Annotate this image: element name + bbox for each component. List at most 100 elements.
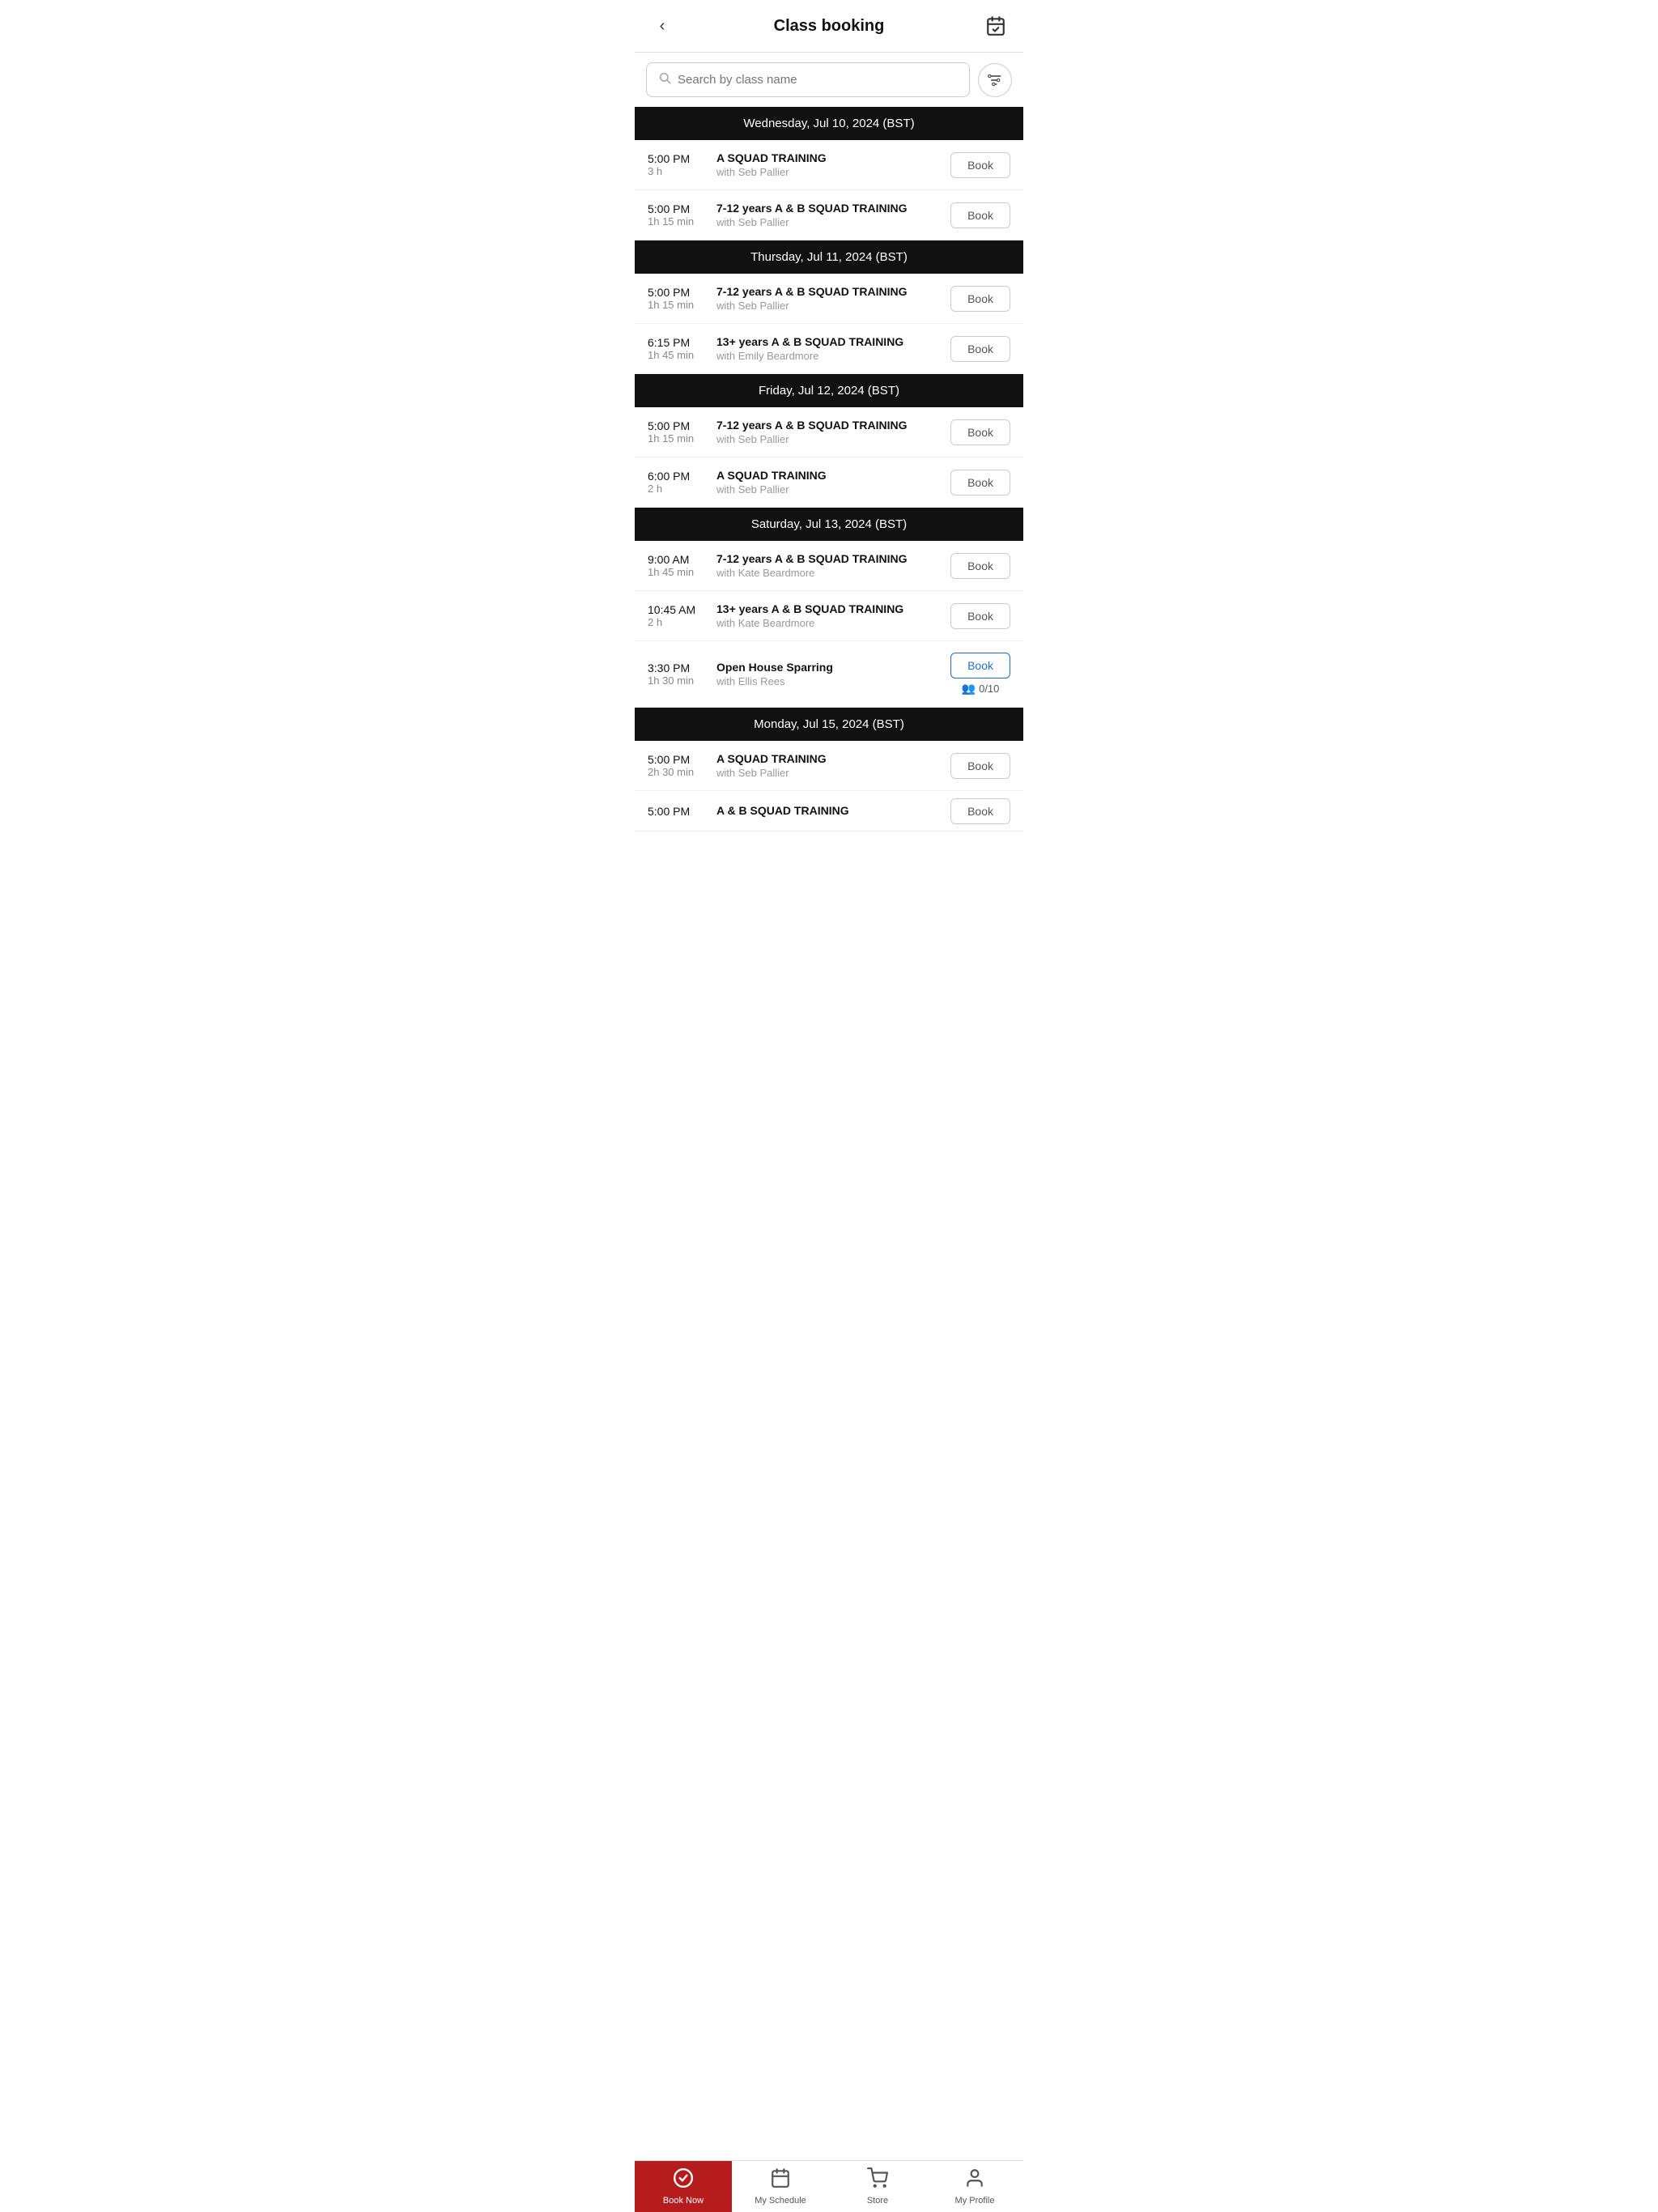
class-time-main: 6:15 PM xyxy=(648,336,716,349)
book-button[interactable]: Book xyxy=(950,653,1010,678)
capacity-row: 👥0/10 xyxy=(962,682,1000,696)
class-duration: 2 h xyxy=(648,483,716,495)
book-button[interactable]: Book xyxy=(950,336,1010,362)
capacity-count: 0/10 xyxy=(979,683,999,695)
capacity-icon: 👥 xyxy=(962,682,976,696)
class-instructor: with Seb Pallier xyxy=(716,767,950,779)
class-time-main: 3:30 PM xyxy=(648,661,716,674)
nav-icon-1 xyxy=(770,2167,791,2193)
book-button[interactable]: Book xyxy=(950,470,1010,496)
class-action: Book xyxy=(950,419,1010,445)
class-duration: 1h 45 min xyxy=(648,566,716,578)
class-time-main: 10:45 AM xyxy=(648,603,716,616)
class-action: Book xyxy=(950,152,1010,178)
class-action: Book xyxy=(950,753,1010,779)
book-button[interactable]: Book xyxy=(950,553,1010,579)
nav-icon-3 xyxy=(964,2167,985,2193)
search-icon xyxy=(658,71,671,88)
class-duration: 1h 30 min xyxy=(648,674,716,687)
class-time-main: 5:00 PM xyxy=(648,753,716,766)
class-time: 5:00 PM1h 15 min xyxy=(648,286,716,311)
filter-button[interactable] xyxy=(978,63,1012,97)
class-action: Book xyxy=(950,202,1010,228)
class-item: 5:00 PM1h 15 min7-12 years A & B SQUAD T… xyxy=(635,190,1023,240)
search-container xyxy=(635,53,1023,107)
class-instructor: with Seb Pallier xyxy=(716,300,950,312)
date-header-3: Saturday, Jul 13, 2024 (BST) xyxy=(635,508,1023,541)
class-time: 9:00 AM1h 45 min xyxy=(648,553,716,578)
class-item: 5:00 PM1h 15 min7-12 years A & B SQUAD T… xyxy=(635,274,1023,324)
search-input[interactable] xyxy=(678,73,958,87)
nav-item-my-schedule[interactable]: My Schedule xyxy=(732,2161,829,2212)
class-time-main: 5:00 PM xyxy=(648,152,716,165)
class-info: 7-12 years A & B SQUAD TRAINING with Seb … xyxy=(716,285,950,312)
class-action: Book xyxy=(950,286,1010,312)
class-name: A SQUAD TRAINING xyxy=(716,151,950,164)
nav-label-0: Book Now xyxy=(663,2196,704,2206)
class-info: 7-12 years A & B SQUAD TRAININGwith Seb … xyxy=(716,419,950,445)
class-duration: 1h 15 min xyxy=(648,299,716,311)
class-action: Book xyxy=(950,470,1010,496)
class-duration: 2h 30 min xyxy=(648,766,716,778)
nav-label-3: My Profile xyxy=(955,2196,995,2206)
class-time-main: 5:00 PM xyxy=(648,419,716,432)
date-header-0: Wednesday, Jul 10, 2024 (BST) xyxy=(635,107,1023,140)
book-button[interactable]: Book xyxy=(950,152,1010,178)
back-button[interactable]: ‹ xyxy=(648,11,677,40)
nav-icon-0 xyxy=(673,2167,694,2193)
class-duration: 1h 15 min xyxy=(648,432,716,445)
book-button[interactable]: Book xyxy=(950,798,1010,824)
class-info: A SQUAD TRAININGwith Seb Pallier xyxy=(716,469,950,496)
class-info: A SQUAD TRAININGwith Seb Pallier xyxy=(716,752,950,779)
class-time: 5:00 PM xyxy=(648,805,716,818)
class-time-main: 5:00 PM xyxy=(648,202,716,215)
class-info: 13+ years A & B SQUAD TRAINING with Emily… xyxy=(716,335,950,362)
class-time-main: 5:00 PM xyxy=(648,286,716,299)
class-instructor: with Emily Beardmore xyxy=(716,350,950,362)
class-time-main: 9:00 AM xyxy=(648,553,716,566)
class-name: 7-12 years A & B SQUAD TRAINING xyxy=(716,285,950,298)
book-button[interactable]: Book xyxy=(950,419,1010,445)
page-title: Class booking xyxy=(774,17,885,36)
class-action: Book xyxy=(950,553,1010,579)
class-name: A SQUAD TRAINING xyxy=(716,469,950,482)
nav-item-store[interactable]: Store xyxy=(829,2161,926,2212)
class-info: 13+ years A & B SQUAD TRAINING with Kate … xyxy=(716,602,950,629)
book-button[interactable]: Book xyxy=(950,603,1010,629)
nav-item-my-profile[interactable]: My Profile xyxy=(926,2161,1023,2212)
class-time: 5:00 PM1h 15 min xyxy=(648,419,716,445)
class-name: A & B SQUAD TRAINING xyxy=(716,804,950,817)
nav-item-book-now[interactable]: Book Now xyxy=(635,2161,732,2212)
class-time: 5:00 PM1h 15 min xyxy=(648,202,716,228)
class-info: A SQUAD TRAININGwith Seb Pallier xyxy=(716,151,950,178)
class-info: A & B SQUAD TRAINING xyxy=(716,804,950,819)
class-info: 7-12 years A & B SQUAD TRAININGwith Seb … xyxy=(716,202,950,228)
nav-label-1: My Schedule xyxy=(755,2196,806,2206)
class-name: 13+ years A & B SQUAD TRAINING xyxy=(716,602,950,615)
class-action: Book xyxy=(950,603,1010,629)
calendar-button[interactable] xyxy=(981,11,1010,40)
class-name: Open House Sparring xyxy=(716,661,950,674)
class-info: 7-12 years A & B SQUAD TRAININGwith Kate… xyxy=(716,552,950,579)
class-instructor: with Kate Beardmore xyxy=(716,617,950,629)
class-item: 10:45 AM2 h13+ years A & B SQUAD TRAININ… xyxy=(635,591,1023,641)
class-list: Wednesday, Jul 10, 2024 (BST)5:00 PM3 hA… xyxy=(635,107,1023,2212)
class-item: 9:00 AM1h 45 min7-12 years A & B SQUAD T… xyxy=(635,541,1023,591)
class-name: 13+ years A & B SQUAD TRAINING xyxy=(716,335,950,348)
class-item: 5:00 PM A & B SQUAD TRAINING Book xyxy=(635,791,1023,832)
class-time: 10:45 AM2 h xyxy=(648,603,716,628)
class-instructor: with Kate Beardmore xyxy=(716,567,950,579)
date-header-4: Monday, Jul 15, 2024 (BST) xyxy=(635,708,1023,741)
date-header-1: Thursday, Jul 11, 2024 (BST) xyxy=(635,240,1023,274)
book-button[interactable]: Book xyxy=(950,286,1010,312)
book-button[interactable]: Book xyxy=(950,753,1010,779)
class-item: 6:00 PM2 hA SQUAD TRAININGwith Seb Palli… xyxy=(635,457,1023,508)
class-time-main: 6:00 PM xyxy=(648,470,716,483)
class-time-main: 5:00 PM xyxy=(648,805,716,818)
class-time: 6:15 PM1h 45 min xyxy=(648,336,716,361)
header: ‹ Class booking xyxy=(635,0,1023,53)
class-item: 5:00 PM3 hA SQUAD TRAININGwith Seb Palli… xyxy=(635,140,1023,190)
search-input-wrapper xyxy=(646,62,970,97)
class-item: 5:00 PM1h 15 min7-12 years A & B SQUAD T… xyxy=(635,407,1023,457)
book-button[interactable]: Book xyxy=(950,202,1010,228)
